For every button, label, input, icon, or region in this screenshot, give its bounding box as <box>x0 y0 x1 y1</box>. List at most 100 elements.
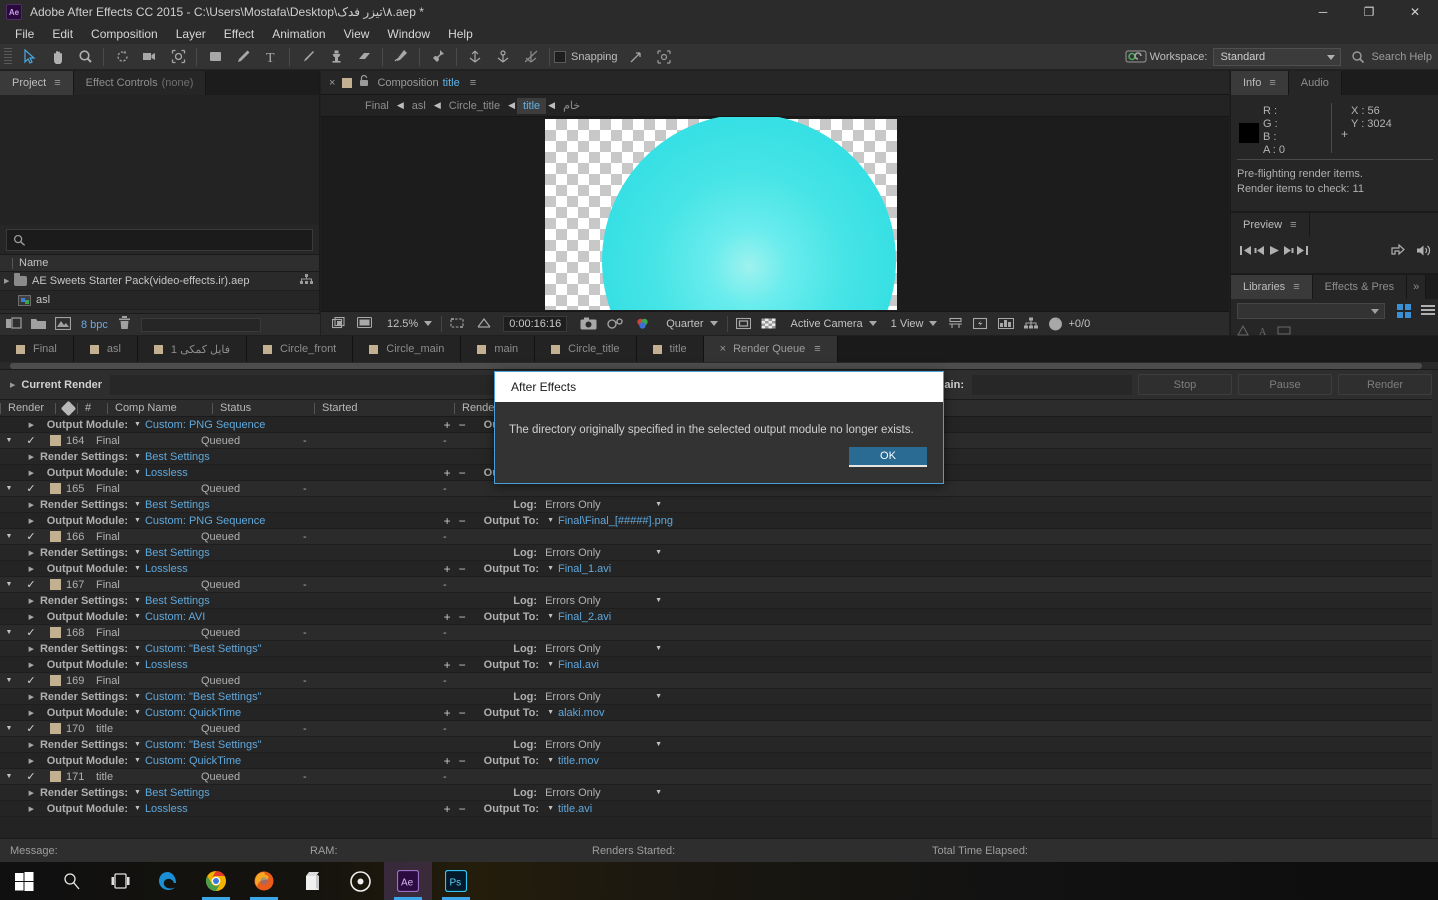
output-module-value[interactable]: Custom: QuickTime <box>145 707 241 719</box>
loop-options-icon[interactable] <box>1391 243 1406 260</box>
roto-brush-tool-icon[interactable] <box>387 45 415 69</box>
toolbar-grip[interactable] <box>4 47 12 66</box>
pen-tool-icon[interactable] <box>229 45 257 69</box>
render-checkbox[interactable]: ✓ <box>18 674 44 687</box>
output-to-value[interactable]: title.mov <box>558 755 1438 767</box>
last-frame-icon[interactable] <box>1295 244 1309 260</box>
render-checkbox[interactable]: ✓ <box>18 482 44 495</box>
snapshot-icon[interactable] <box>575 312 602 336</box>
region-interest-toggle-icon[interactable] <box>731 312 756 336</box>
render-button[interactable]: Render <box>1338 374 1432 395</box>
collapse-triangle-icon[interactable]: ▼ <box>0 725 18 732</box>
output-to-value[interactable]: Final.avi <box>558 659 1438 671</box>
pixel-aspect-icon[interactable] <box>943 312 968 336</box>
log-value[interactable]: Errors Only <box>545 739 655 751</box>
channels-icon[interactable] <box>630 312 656 336</box>
expand-triangle-icon[interactable]: ▶ <box>0 517 34 525</box>
panel-menu-icon[interactable]: ≡ <box>54 77 60 89</box>
project-column-header[interactable]: Name <box>0 254 319 272</box>
table-row[interactable]: ▶ Render Settings: ▼ Best Settings Log: Error… <box>0 545 1438 561</box>
snapping-checkbox[interactable] <box>554 50 566 63</box>
expand-triangle-icon[interactable]: ▶ <box>0 613 34 621</box>
breadcrumb-item-title[interactable]: title <box>517 97 547 114</box>
tab-info[interactable]: Info ≡ <box>1231 71 1289 95</box>
zoom-level-value[interactable]: 12.5% <box>387 318 418 330</box>
render-settings-value[interactable]: Best Settings <box>145 787 210 799</box>
label-color-swatch[interactable] <box>49 675 61 686</box>
chevron-down-icon[interactable]: ▼ <box>547 517 554 524</box>
maximize-button[interactable]: ❐ <box>1346 0 1392 24</box>
render-settings-value[interactable]: Custom: "Best Settings" <box>145 739 262 751</box>
output-to-value[interactable]: Final_1.avi <box>558 563 1438 575</box>
chevron-down-icon[interactable]: ▼ <box>655 501 662 508</box>
zoom-tool-icon[interactable] <box>71 45 99 69</box>
collapse-triangle-icon[interactable]: ▼ <box>0 437 18 444</box>
chevron-down-icon[interactable]: ▼ <box>134 453 141 460</box>
collapse-triangle-icon[interactable]: ▼ <box>0 533 18 540</box>
text-tool-icon[interactable]: T <box>257 45 285 69</box>
photoshop-icon[interactable]: Ps <box>432 862 480 900</box>
chevron-down-icon[interactable] <box>868 321 877 326</box>
puppet-pin-tool-icon[interactable] <box>424 45 452 69</box>
hand-tool-icon[interactable] <box>43 45 71 69</box>
render-checkbox[interactable]: ✓ <box>18 434 44 447</box>
add-output-module-icon[interactable]: + <box>444 562 451 576</box>
table-row[interactable]: ▼ ✓ 168 Final Queued - - <box>0 625 1438 641</box>
timeline-icon[interactable] <box>993 312 1019 336</box>
table-row[interactable]: ▶ Output Module: ▼ Lossless +− Output To: ▼ Fin… <box>0 561 1438 577</box>
table-row[interactable]: ▶ Render Settings: ▼ Custom: "Best Settings… <box>0 737 1438 753</box>
snap-arrow-icon[interactable] <box>622 45 650 69</box>
lock-icon[interactable] <box>359 74 369 90</box>
collapse-triangle-icon[interactable]: ▼ <box>0 773 18 780</box>
close-icon[interactable]: × <box>329 77 335 89</box>
chevron-down-icon[interactable]: ▼ <box>134 613 141 620</box>
tab-preview[interactable]: Preview ≡ <box>1231 213 1310 237</box>
prev-frame-icon[interactable] <box>1253 244 1267 260</box>
render-checkbox[interactable]: ✓ <box>18 626 44 639</box>
new-folder-icon[interactable] <box>31 317 46 332</box>
output-module-value[interactable]: Custom: QuickTime <box>145 755 241 767</box>
table-row[interactable]: ▼ ✓ 166 Final Queued - - <box>0 529 1438 545</box>
new-comp-icon[interactable] <box>6 316 22 333</box>
chevron-down-icon[interactable]: ▼ <box>134 709 141 716</box>
view-count-value[interactable]: 1 View <box>891 318 924 330</box>
log-value[interactable]: Errors Only <box>545 787 655 799</box>
chevron-down-icon[interactable]: ▼ <box>547 757 554 764</box>
render-checkbox[interactable]: ✓ <box>18 770 44 783</box>
collapse-triangle-icon[interactable]: ▼ <box>0 581 18 588</box>
chevron-down-icon[interactable]: ▼ <box>655 741 662 748</box>
list-view-icon[interactable] <box>1421 305 1435 317</box>
output-module-value[interactable]: Custom: PNG Sequence <box>145 419 265 431</box>
breadcrumb-item-final[interactable]: Final <box>359 98 395 114</box>
delete-icon[interactable] <box>118 316 131 333</box>
output-to-value[interactable]: Final\Final_[#####].png <box>558 515 1438 527</box>
log-value[interactable]: Errors Only <box>545 499 655 511</box>
tab-effects-presets[interactable]: Effects & Pres <box>1312 275 1408 299</box>
panel-menu-icon[interactable]: ≡ <box>814 343 820 355</box>
chevron-down-icon[interactable]: ▼ <box>547 709 554 716</box>
table-row[interactable]: ▶ Output Module: ▼ Custom: PNG Sequence +− Ou… <box>0 513 1438 529</box>
table-row[interactable]: ▶ Output Module: ▼ Custom: AVI + − Output To: ▼… <box>0 609 1438 625</box>
table-row[interactable]: ▶ Output Module: ▼ Lossless +− Output To: ▼ Fin… <box>0 657 1438 673</box>
remove-output-module-icon[interactable]: − <box>459 754 466 768</box>
expand-triangle-icon[interactable]: ▶ <box>10 381 15 389</box>
table-row[interactable]: ▼ ✓ 171 title Queued - - <box>0 769 1438 785</box>
collapse-triangle-icon[interactable]: ▼ <box>0 485 18 492</box>
column-started[interactable]: Started <box>314 400 454 417</box>
log-value[interactable]: Errors Only <box>545 691 655 703</box>
render-settings-value[interactable]: Custom: "Best Settings" <box>145 643 262 655</box>
tab-comp-circle-front[interactable]: Circle_front <box>247 336 354 362</box>
comp-flowchart-icon[interactable] <box>1019 312 1043 336</box>
expand-triangle-icon[interactable]: ▶ <box>0 549 34 557</box>
expand-triangle-icon[interactable]: ▶ <box>4 277 14 285</box>
play-icon[interactable] <box>1267 244 1281 260</box>
scrollbar-thumb[interactable] <box>10 363 1422 369</box>
expand-triangle-icon[interactable]: ▶ <box>0 421 34 429</box>
log-value[interactable]: Errors Only <box>545 547 655 559</box>
chevron-down-icon[interactable]: ▼ <box>134 421 141 428</box>
remove-output-module-icon[interactable]: − <box>459 562 466 576</box>
chevron-down-icon[interactable]: ▼ <box>134 517 141 524</box>
vertical-scrollbar[interactable] <box>1432 370 1438 838</box>
render-settings-value[interactable]: Custom: "Best Settings" <box>145 691 262 703</box>
chevron-down-icon[interactable]: ▼ <box>134 645 141 652</box>
